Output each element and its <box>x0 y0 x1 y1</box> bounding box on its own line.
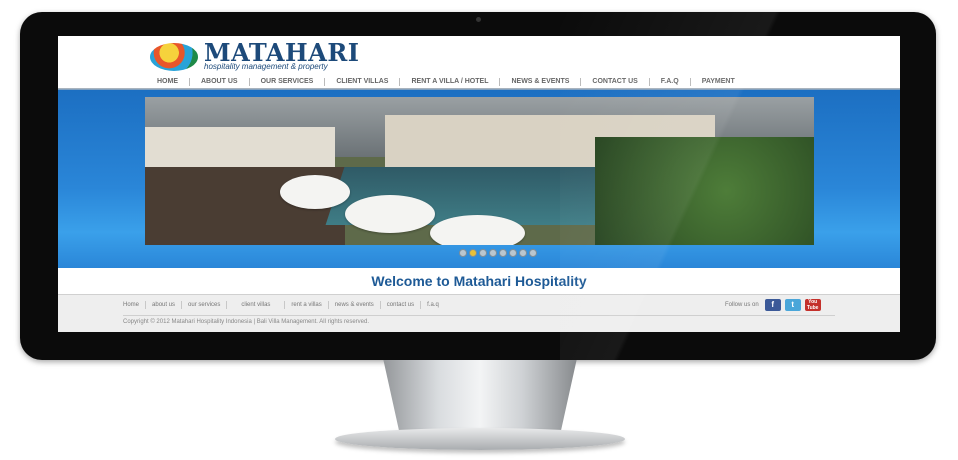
youtube-icon[interactable]: You Tube <box>804 299 821 311</box>
slider-pagination <box>459 249 537 257</box>
footer-nav: Home about us our services client villas… <box>123 301 445 309</box>
copyright-text: Copyright © 2012 Matahari Hospitality In… <box>123 319 369 325</box>
site-footer: Home about us our services client villas… <box>58 294 900 332</box>
nav-rent-a-villa[interactable]: RENT A VILLA / HOTEL <box>400 78 501 86</box>
footer-link-news-events[interactable]: news & events <box>329 301 381 309</box>
logo-icon[interactable] <box>150 43 198 71</box>
slider-dot[interactable] <box>529 249 537 257</box>
slide-umbrella <box>280 175 350 209</box>
slider-dot[interactable] <box>459 249 467 257</box>
slider-dot[interactable] <box>509 249 517 257</box>
footer-link-rent-a-villas[interactable]: rent a villas <box>285 301 329 309</box>
hero-banner <box>58 90 900 268</box>
footer-link-client-villas[interactable]: client villas <box>227 301 286 309</box>
main-nav: HOME ABOUT US OUR SERVICES CLIENT VILLAS… <box>146 76 746 88</box>
follow-label: Follow us on <box>725 302 759 308</box>
monitor-stand <box>383 360 577 436</box>
webcam <box>476 17 481 22</box>
nav-contact-us[interactable]: CONTACT US <box>581 78 650 86</box>
footer-link-home[interactable]: Home <box>123 301 147 309</box>
slide-garden <box>595 137 814 245</box>
slider-dot[interactable] <box>469 249 477 257</box>
slider-dot[interactable] <box>489 249 497 257</box>
hero-slide-image[interactable] <box>145 97 814 245</box>
footer-link-contact-us[interactable]: contact us <box>381 301 422 309</box>
social-follow: Follow us on f t You Tube <box>725 299 821 311</box>
slider-dot[interactable] <box>479 249 487 257</box>
nav-payment[interactable]: PAYMENT <box>691 78 746 86</box>
footer-divider <box>123 315 835 316</box>
twitter-icon[interactable]: t <box>784 299 801 311</box>
slide-umbrella <box>345 195 435 233</box>
nav-our-services[interactable]: OUR SERVICES <box>250 78 326 86</box>
nav-news-events[interactable]: NEWS & EVENTS <box>500 78 582 86</box>
browser-viewport: MATAHARI hospitality management & proper… <box>58 36 900 332</box>
facebook-icon[interactable]: f <box>764 299 781 311</box>
slider-dot[interactable] <box>519 249 527 257</box>
monitor-stand-base <box>335 428 625 450</box>
footer-link-our-services[interactable]: our services <box>182 301 228 309</box>
slider-dot[interactable] <box>499 249 507 257</box>
nav-client-villas[interactable]: CLIENT VILLAS <box>325 78 401 86</box>
welcome-heading: Welcome to Matahari Hospitality <box>371 273 587 289</box>
logo-tagline: hospitality management & property <box>204 62 328 71</box>
nav-about-us[interactable]: ABOUT US <box>190 78 250 86</box>
footer-link-about-us[interactable]: about us <box>146 301 183 309</box>
nav-home[interactable]: HOME <box>146 78 190 86</box>
footer-link-faq[interactable]: f.a.q <box>421 301 445 309</box>
nav-faq[interactable]: F.A.Q <box>650 78 691 86</box>
slide-umbrella <box>430 215 525 245</box>
site-header: MATAHARI hospitality management & proper… <box>58 36 900 88</box>
welcome-section: Welcome to Matahari Hospitality <box>58 268 900 294</box>
